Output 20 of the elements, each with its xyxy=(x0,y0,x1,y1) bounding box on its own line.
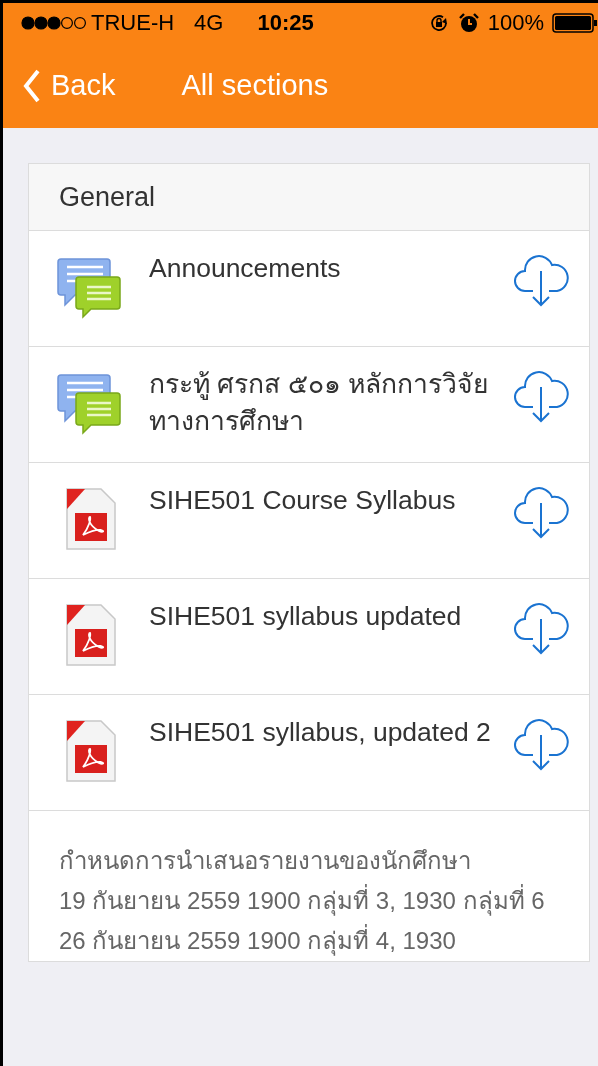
activity-link[interactable]: SIHE501 syllabus updated xyxy=(149,593,499,635)
summary-text: 19 กันยายน 2559 1900 กลุ่มที่ 3, 1930 กลุ่มที่ 6 xyxy=(59,881,559,921)
chevron-left-icon xyxy=(23,68,41,103)
alarm-clock-icon xyxy=(457,12,480,34)
network-type: 4G xyxy=(194,10,224,36)
battery-percentage: 100% xyxy=(487,10,544,36)
battery-icon xyxy=(552,13,598,33)
summary-text: 26 กันยายน 2559 1900 กลุ่มที่ 4, 1930 xyxy=(59,921,559,961)
summary-text: กำหนดการนำเสนอรายงานของนักศึกษา xyxy=(59,846,472,876)
activity-link[interactable]: Announcements xyxy=(149,245,499,287)
chat-bubbles-icon xyxy=(57,371,121,435)
section-header: General xyxy=(29,164,589,231)
screen-title: All sections xyxy=(181,69,329,102)
activity-link[interactable]: SIHE501 Course Syllabus xyxy=(149,477,499,519)
activity-link[interactable]: SIHE501 syllabus, updated 2 xyxy=(149,709,499,751)
signal-strength-icon xyxy=(21,16,87,30)
chat-bubbles-icon xyxy=(57,255,121,319)
clock-time: 10:25 xyxy=(257,10,314,36)
carrier-name: TRUE-H xyxy=(91,10,175,36)
activity-link[interactable]: กระทู้ ศรกส ๕๐๑ หลักการวิจัยทางการศึกษา xyxy=(149,361,499,440)
